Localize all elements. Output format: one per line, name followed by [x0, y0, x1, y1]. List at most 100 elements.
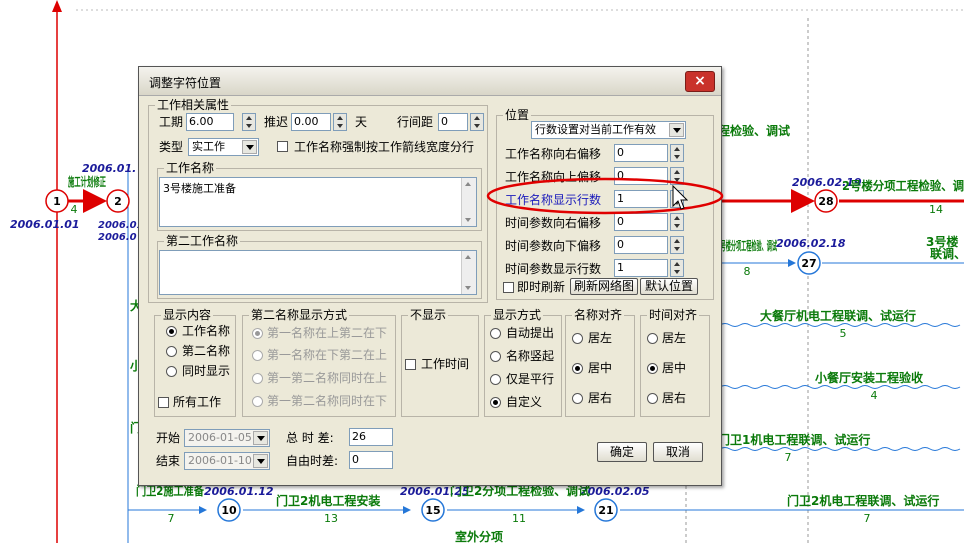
time-align-option[interactable] [647, 363, 658, 374]
date-label: 2006.01.01 [10, 218, 80, 231]
free-float-input[interactable]: 0 [349, 451, 393, 469]
delay-spinner[interactable] [333, 113, 347, 131]
duration-input[interactable]: 6.00 [186, 113, 234, 131]
display-mode-option-label: 自动提出 [506, 326, 555, 340]
line-spacing-input[interactable]: 0 [438, 113, 468, 131]
time-align-option[interactable] [647, 333, 658, 344]
name-align-option[interactable] [572, 393, 583, 404]
work-name-scrollbar[interactable] [461, 178, 476, 226]
time-down-offset-label: 时间参数向下偏移 [505, 239, 602, 253]
work-name-label: 工作名称 [164, 161, 217, 175]
task-duration: 7 [168, 512, 175, 525]
day-unit-label: 天 [355, 115, 368, 129]
name-align-label: 名称对齐 [572, 308, 625, 322]
display-content-option[interactable] [166, 346, 177, 357]
display-content-option-label: 工作名称 [182, 324, 231, 338]
name-right-offset-spinner[interactable] [670, 144, 684, 162]
task-name: 施工计划修正 [68, 174, 106, 189]
display-mode-option[interactable] [490, 328, 501, 339]
display-mode-label: 显示方式 [491, 308, 544, 322]
svg-text:1: 1 [53, 195, 61, 208]
total-float-input[interactable]: 26 [349, 428, 393, 446]
svg-text:21: 21 [598, 504, 613, 517]
type-select[interactable]: 实工作 [188, 138, 259, 156]
display-mode-option[interactable] [490, 374, 501, 385]
second-name-mode-option-label: 第一第二名称同时在上 [267, 371, 388, 385]
task-duration: 14 [929, 203, 943, 216]
force-width-checkbox[interactable] [277, 141, 288, 152]
second-name-mode-option[interactable] [252, 350, 263, 361]
end-date-value: 2006-01-10 [188, 454, 252, 467]
start-label: 开始 [156, 431, 181, 445]
default-position-button[interactable]: 默认位置 [640, 278, 698, 295]
name-align-option[interactable] [572, 363, 583, 374]
duration-label: 工期 [159, 115, 184, 129]
second-name-mode-option[interactable] [252, 396, 263, 407]
date-label: 2006.02.05 [580, 485, 650, 498]
date-label: 2006.01 [98, 220, 144, 231]
task-duration: 4 [871, 389, 878, 402]
second-name-label: 第二工作名称 [164, 234, 241, 248]
hide-work-time-checkbox[interactable] [405, 359, 416, 370]
task-name: 1号楼分项工程检验、调试 [717, 238, 777, 253]
time-align-option-label: 居中 [662, 361, 687, 375]
node-1[interactable]: 1 [45, 189, 69, 213]
hide-label: 不显示 [408, 308, 449, 322]
delay-input[interactable]: 0.00 [291, 113, 331, 131]
end-date-select[interactable]: 2006-01-10 [184, 452, 270, 470]
force-width-label: 工作名称强制按工作箭线宽度分行 [294, 140, 475, 154]
dialog-titlebar[interactable]: 调整字符位置 × [139, 67, 721, 96]
display-mode-option[interactable] [490, 397, 501, 408]
position-mode-select[interactable]: 行数设置对当前工作有效 [531, 121, 686, 139]
chevron-down-icon [242, 140, 257, 154]
realtime-refresh-label: 即时刷新 [517, 280, 566, 294]
task-duration: 7 [864, 512, 871, 525]
cancel-button[interactable]: 取消 [653, 442, 703, 462]
node-10[interactable]: 10 [217, 498, 241, 522]
node-15[interactable]: 15 [421, 498, 445, 522]
name-align-option[interactable] [572, 333, 583, 344]
duration-spinner[interactable] [242, 113, 256, 131]
second-name-mode-option[interactable] [252, 328, 263, 339]
time-align-option[interactable] [647, 393, 658, 404]
delay-label: 推迟 [264, 115, 289, 129]
time-down-offset-input[interactable]: 0 [614, 236, 668, 254]
chevron-down-icon [253, 454, 268, 468]
second-name-scrollbar[interactable] [461, 251, 476, 294]
task-duration: 13 [324, 512, 338, 525]
work-name-textarea[interactable]: 3号楼施工准备 [159, 177, 477, 227]
time-display-rows-input[interactable]: 1 [614, 259, 668, 277]
cursor-arrow-icon [672, 185, 688, 210]
time-display-rows-spinner[interactable] [670, 259, 684, 277]
display-mode-option[interactable] [490, 351, 501, 362]
type-select-value: 实工作 [192, 140, 225, 153]
name-right-offset-input[interactable]: 0 [614, 144, 668, 162]
second-name-mode-option[interactable] [252, 373, 263, 384]
ok-button[interactable]: 确定 [597, 442, 647, 462]
display-content-option-label: 同时显示 [182, 364, 231, 378]
name-align-option-label: 居左 [588, 331, 613, 345]
all-works-checkbox[interactable] [158, 397, 169, 408]
close-button[interactable]: × [685, 71, 715, 92]
time-align-label: 时间对齐 [647, 308, 700, 322]
display-mode-option-label: 名称竖起 [506, 349, 555, 363]
line-spacing-spinner[interactable] [470, 113, 484, 131]
start-date-select[interactable]: 2006-01-05 [184, 429, 270, 447]
display-content-option[interactable] [166, 366, 177, 377]
refresh-diagram-button[interactable]: 刷新网络图 [570, 278, 638, 295]
time-down-offset-spinner[interactable] [670, 236, 684, 254]
date-label: 2006.0 [98, 232, 137, 243]
position-mode-value: 行数设置对当前工作有效 [535, 123, 656, 136]
second-name-mode-label: 第二名称显示方式 [249, 308, 350, 322]
node-27[interactable]: 27 [797, 251, 821, 275]
node-2[interactable]: 2 [106, 189, 130, 213]
second-name-textarea[interactable] [159, 250, 477, 295]
task-name: 程检验、调试 [718, 123, 790, 138]
node-28[interactable]: 28 [814, 189, 838, 213]
task-duration: 11 [512, 512, 526, 525]
display-content-option[interactable] [166, 326, 177, 337]
work-props-label: 工作相关属性 [155, 98, 232, 112]
realtime-refresh-checkbox[interactable] [503, 282, 514, 293]
time-right-offset-label: 时间参数向右偏移 [505, 216, 602, 230]
node-21[interactable]: 21 [594, 498, 618, 522]
